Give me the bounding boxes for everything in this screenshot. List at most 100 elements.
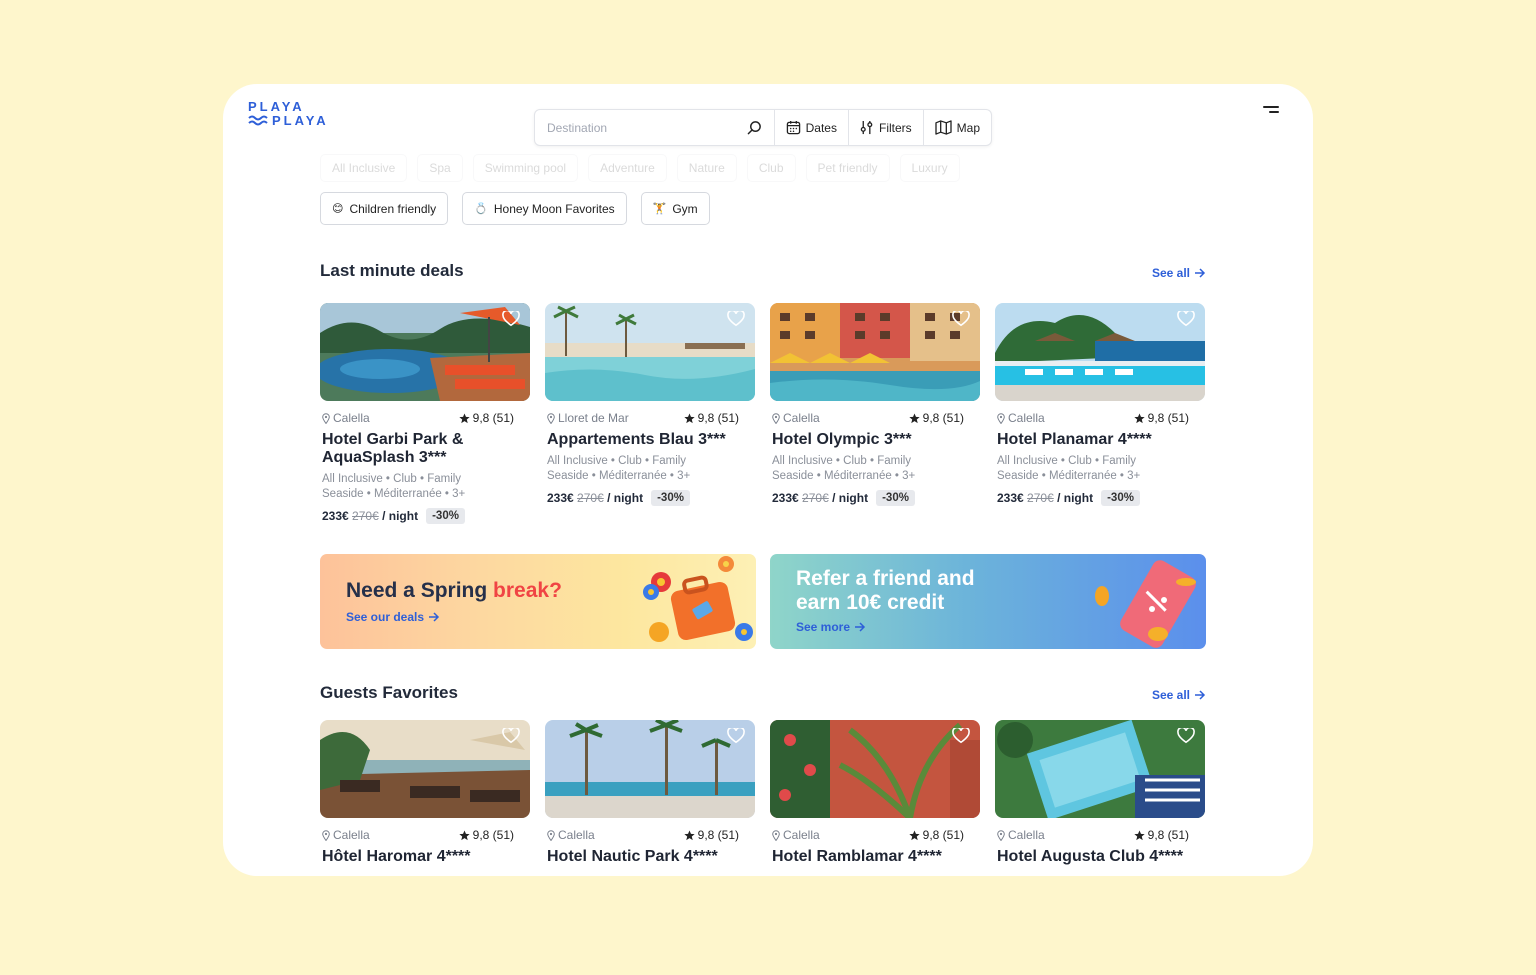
hotel-rating: 9,8 (51) [1134,411,1189,425]
discount-badge: -30% [651,490,690,506]
hotel-location: Calella [772,411,820,425]
heart-icon[interactable] [952,728,970,744]
star-icon [909,829,920,840]
location-pin-icon [997,412,1005,424]
hotel-name: Hotel Garbi Park & AquaSplash 3*** [322,431,464,466]
hotel-name: Hotel Olympic 3*** [772,431,912,448]
arrow-right-icon [429,612,440,622]
heart-icon[interactable] [727,728,745,744]
see-all-label: See all [1151,688,1190,702]
hotel-rating: 9,8 (51) [459,411,514,425]
location-pin-icon [547,829,555,841]
star-icon [459,412,470,423]
hotel-rating: 9,8 (51) [684,828,739,842]
waves-icon [248,115,268,126]
location-pin-icon [322,412,330,424]
hotel-card[interactable]: Calella 9,8 (51) Hotel Olympic 3*** All … [770,303,980,524]
tag-label: Gym [672,201,698,216]
location-pin-icon [772,412,780,424]
hotel-name: Appartements Blau 3*** [547,431,726,448]
heart-icon[interactable] [502,728,520,744]
see-all-guests[interactable]: See all [1152,688,1206,702]
tag-faded[interactable]: All Inclusive [320,154,408,182]
hotel-photo [545,720,755,818]
location-pin-icon [547,412,555,424]
tag-faded[interactable]: Nature [676,154,737,182]
tag-faded[interactable]: Luxury [899,154,960,182]
hotel-card[interactable]: Calella 9,8 (51) Hotel Ramblamar 4**** [770,720,980,866]
hotel-card[interactable]: Calella 9,8 (51) Hotel Nautic Park 4**** [545,720,755,866]
star-icon [909,412,920,423]
refer-banner-title: Refer a friend and earn 10€ credit [796,567,975,614]
tag-faded[interactable]: Spa [417,154,463,182]
menu-icon[interactable] [1263,106,1279,118]
brand-logo[interactable]: PLAYA PLAYA [248,100,358,128]
heart-icon[interactable] [952,311,970,327]
hotel-location: Calella [997,828,1045,842]
hotel-features: All Inclusive • Club • Family Seaside • … [322,473,466,500]
tag-faded[interactable]: Swimming pool [472,154,579,182]
hotel-name: Hôtel Haromar 4**** [322,848,471,865]
hotel-photo [320,303,530,401]
tag-honey-moon-favorites[interactable]: 💍 Honey Moon Favorites [462,192,627,225]
tag-faded[interactable]: Adventure [588,154,667,182]
filters-label: Filters [878,120,912,135]
tag-children-friendly[interactable]: 😊 Children friendly [320,192,449,225]
refer-friend-banner[interactable]: Refer a friend and earn 10€ credit See m… [770,554,1206,649]
hotel-card[interactable]: Calella 9,8 (51) Hotel Augusta Club 4***… [995,720,1205,866]
heart-icon[interactable] [1177,311,1195,327]
tag-gym[interactable]: 🏋 Gym [640,192,710,225]
heart-icon[interactable] [1177,728,1195,744]
see-our-deals-link[interactable]: See our deals [346,610,440,624]
map-button[interactable]: Map [924,110,991,145]
hotel-card[interactable]: Calella 9,8 (51) Hôtel Haromar 4**** [320,720,530,866]
search-icon[interactable] [747,120,762,135]
faded-tag-row: All Inclusive Spa Swimming pool Adventur… [320,154,960,182]
hotel-photo [770,303,980,401]
hotel-photo [770,720,980,818]
hotel-rating: 9,8 (51) [684,411,739,425]
see-more-link[interactable]: See more [796,620,866,634]
hotel-features: All Inclusive • Club • Family Seaside • … [772,455,916,482]
hotel-card[interactable]: Lloret de Mar 9,8 (51) Appartements Blau… [545,303,755,524]
hotel-rating: 9,8 (51) [909,411,964,425]
dates-button[interactable]: Dates [775,110,849,145]
calendar-icon [786,120,800,135]
dates-label: Dates [805,120,837,135]
heart-icon[interactable] [727,311,745,327]
discount-badge: -30% [1101,490,1140,506]
tag-faded[interactable]: Club [746,154,796,182]
arrow-right-icon [1195,268,1206,278]
app-frame: PLAYA PLAYA Dates [223,84,1313,876]
ticket-coins-illustration [1095,560,1196,648]
hotel-card[interactable]: Calella 9,8 (51) Hotel Garbi Park & Aqua… [320,303,530,524]
hotel-rating: 9,8 (51) [1134,828,1189,842]
section-title-last-minute: Last minute deals [320,261,464,280]
tag-label: Honey Moon Favorites [493,201,615,216]
spring-break-banner[interactable]: Need a Spring break? See our deals [320,554,756,649]
tag-faded[interactable]: Pet friendly [805,154,890,182]
location-pin-icon [997,829,1005,841]
see-all-last-minute[interactable]: See all [1152,266,1206,280]
map-label: Map [956,120,980,135]
hotel-photo [545,303,755,401]
heart-icon[interactable] [502,311,520,327]
tag-row: 😊 Children friendly 💍 Honey Moon Favorit… [320,192,710,225]
destination-input[interactable] [547,120,747,135]
arrow-right-icon [855,622,866,632]
hotel-photo [995,720,1205,818]
star-icon [459,829,470,840]
hotel-location: Calella [772,828,820,842]
hotel-card[interactable]: Calella 9,8 (51) Hotel Planamar 4**** Al… [995,303,1205,524]
brand-line-1: PLAYA [248,99,305,114]
ring-icon: 💍 [474,203,488,215]
filters-button[interactable]: Filters [849,110,924,145]
guests-cards: Calella 9,8 (51) Hôtel Haromar 4**** Cal… [320,720,1205,866]
hotel-location: Calella [997,411,1045,425]
location-pin-icon [322,829,330,841]
hotel-features: All Inclusive • Club • Family Seaside • … [997,455,1141,482]
discount-badge: -30% [426,508,465,524]
spring-banner-title: Need a Spring break? [346,579,562,602]
tag-label: Children friendly [349,201,437,216]
star-icon [1134,829,1145,840]
